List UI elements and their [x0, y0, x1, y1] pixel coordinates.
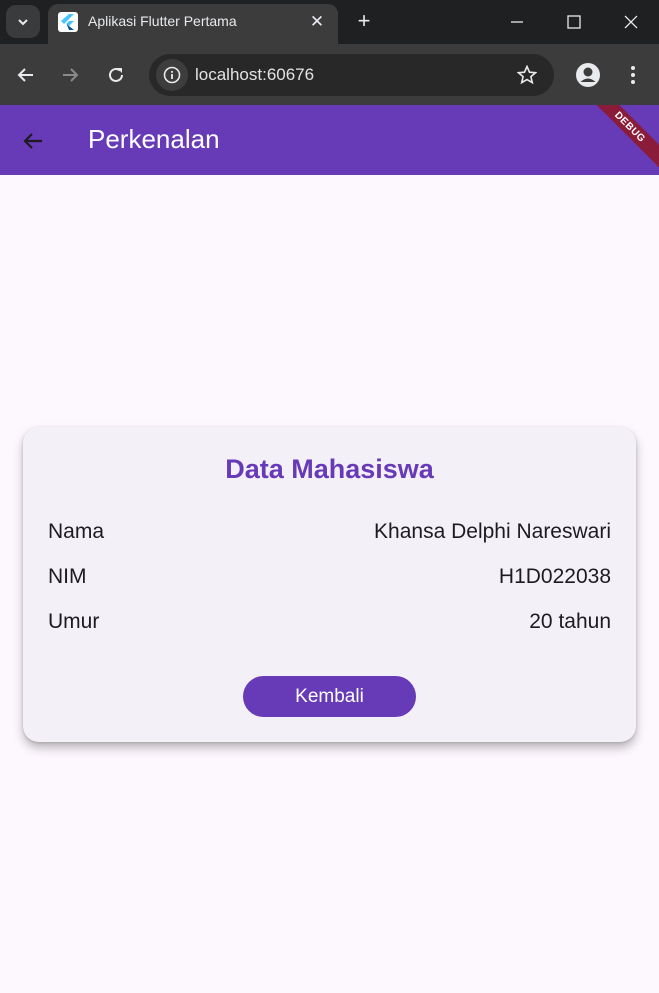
- back-arrow-icon[interactable]: [19, 127, 47, 155]
- debug-banner: DEBUG: [585, 105, 659, 172]
- close-window-icon[interactable]: [619, 10, 643, 34]
- page-title: Perkenalan: [88, 124, 220, 154]
- browser-tab[interactable]: Aplikasi Flutter Pertama ✕: [48, 4, 338, 44]
- row-value: Khansa Delphi Nareswari: [374, 520, 611, 543]
- menu-icon[interactable]: [619, 61, 647, 89]
- row-value: H1D022038: [498, 565, 611, 588]
- app-bar: Perkenalan DEBUG: [0, 105, 659, 175]
- new-tab-icon[interactable]: +: [352, 9, 376, 33]
- kembali-button[interactable]: Kembali: [243, 676, 416, 717]
- maximize-icon[interactable]: [562, 10, 586, 34]
- tab-search-icon[interactable]: [6, 5, 40, 38]
- data-row-nama: Nama Khansa Delphi Nareswari: [48, 517, 611, 547]
- browser-tab-strip: Aplikasi Flutter Pertama ✕ +: [0, 0, 659, 44]
- bookmark-star-icon[interactable]: [516, 64, 538, 86]
- row-label: Umur: [48, 610, 100, 633]
- tab-title: Aplikasi Flutter Pertama: [88, 13, 237, 29]
- row-label: NIM: [48, 565, 87, 588]
- reload-icon[interactable]: [102, 61, 130, 89]
- address-bar[interactable]: localhost:60676: [149, 54, 554, 96]
- browser-toolbar: localhost:60676: [0, 44, 659, 105]
- row-value: 20 tahun: [529, 610, 611, 633]
- forward-icon[interactable]: [56, 61, 84, 89]
- profile-icon[interactable]: [574, 61, 602, 89]
- card-title: Data Mahasiswa: [225, 454, 434, 484]
- back-icon[interactable]: [12, 61, 40, 89]
- student-data-card: Data Mahasiswa Nama Khansa Delphi Naresw…: [23, 427, 636, 742]
- flutter-favicon-icon: [58, 12, 78, 32]
- data-row-umur: Umur 20 tahun: [48, 607, 611, 637]
- url-text[interactable]: localhost:60676: [195, 65, 314, 85]
- row-label: Nama: [48, 520, 105, 543]
- close-tab-icon[interactable]: ✕: [306, 11, 328, 33]
- data-row-nim: NIM H1D022038: [48, 562, 611, 592]
- site-info-icon[interactable]: [156, 59, 188, 91]
- minimize-icon[interactable]: [505, 10, 529, 34]
